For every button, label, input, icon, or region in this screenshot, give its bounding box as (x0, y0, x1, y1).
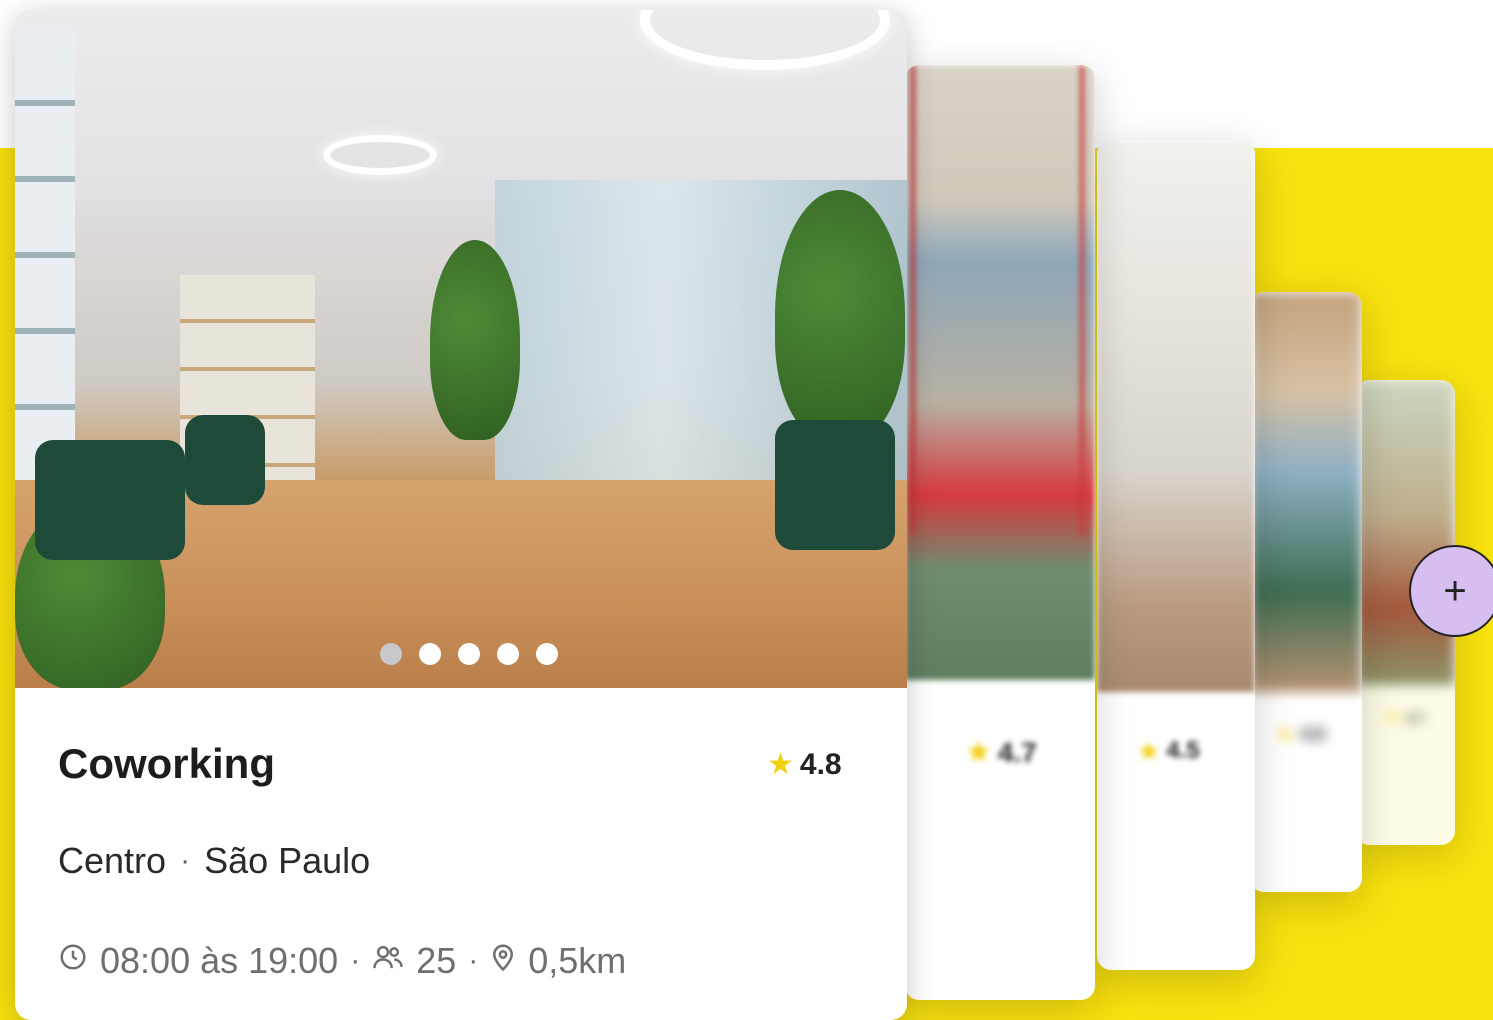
rating-value: 4.5 (1166, 737, 1200, 764)
carousel-dot[interactable] (536, 643, 558, 665)
space-rating: ★ 4.8 (767, 748, 842, 782)
featured-space-card[interactable]: Coworking ★ 4.8 Centro · São Paulo 08:00… (15, 10, 907, 1020)
star-icon: ★ (767, 748, 794, 781)
card-rating: ★ 4.6 (1276, 724, 1325, 745)
capacity: 25 (416, 940, 457, 981)
separator: · (350, 944, 361, 977)
neighborhood: Centro (58, 840, 167, 881)
rating-value: 4.8 (799, 748, 842, 781)
rating-value: 4.6 (1299, 724, 1325, 744)
separator: · (468, 944, 479, 977)
card-photo (905, 65, 1095, 680)
star-icon: ★ (1276, 723, 1294, 746)
photo-plant (430, 240, 520, 440)
carousel-dot[interactable] (458, 643, 480, 665)
ceiling-light (323, 135, 437, 175)
card-rating: ★ 4.7 (965, 737, 1037, 769)
people-icon (372, 942, 404, 980)
space-meta: 08:00 às 19:00 · 25 · 0,5km (58, 940, 626, 982)
stacked-card-1[interactable]: ★ 4.7 (905, 65, 1095, 1000)
card-photo (1250, 292, 1362, 692)
card-rating: ★ 4.5 (1137, 737, 1200, 765)
add-button[interactable]: + (1409, 545, 1493, 637)
separator: · (180, 844, 191, 877)
star-icon: ★ (1137, 736, 1161, 766)
rating-value: 4.7 (1405, 710, 1425, 726)
photo-window (15, 30, 75, 490)
card-photo (1355, 380, 1455, 685)
card-photo[interactable] (15, 10, 907, 688)
photo-chair (35, 440, 185, 560)
stacked-card-3[interactable]: ★ 4.6 (1250, 292, 1362, 892)
clock-icon (58, 942, 88, 980)
star-icon: ★ (1385, 709, 1400, 726)
rating-value: 4.7 (997, 737, 1037, 768)
card-photo (1097, 140, 1255, 692)
stacked-card-2[interactable]: ★ 4.5 (1097, 140, 1255, 970)
space-location: Centro · São Paulo (58, 840, 370, 882)
city: São Paulo (204, 840, 371, 881)
carousel-dot[interactable] (419, 643, 441, 665)
swing-rope (911, 65, 915, 535)
card-rating: ★ 4.7 (1385, 709, 1425, 727)
space-title: Coworking (58, 740, 275, 787)
carousel-dot[interactable] (380, 643, 402, 665)
photo-chair (185, 415, 265, 505)
plus-icon: + (1443, 568, 1467, 613)
photo-chair (775, 420, 895, 550)
carousel-dot[interactable] (497, 643, 519, 665)
opening-hours: 08:00 às 19:00 (100, 940, 339, 981)
photo-plant (775, 190, 905, 440)
carousel-dots[interactable] (380, 643, 558, 665)
distance: 0,5km (528, 940, 627, 981)
star-icon: ★ (965, 736, 992, 769)
swing-rope (1080, 65, 1084, 535)
location-pin-icon (490, 942, 516, 980)
